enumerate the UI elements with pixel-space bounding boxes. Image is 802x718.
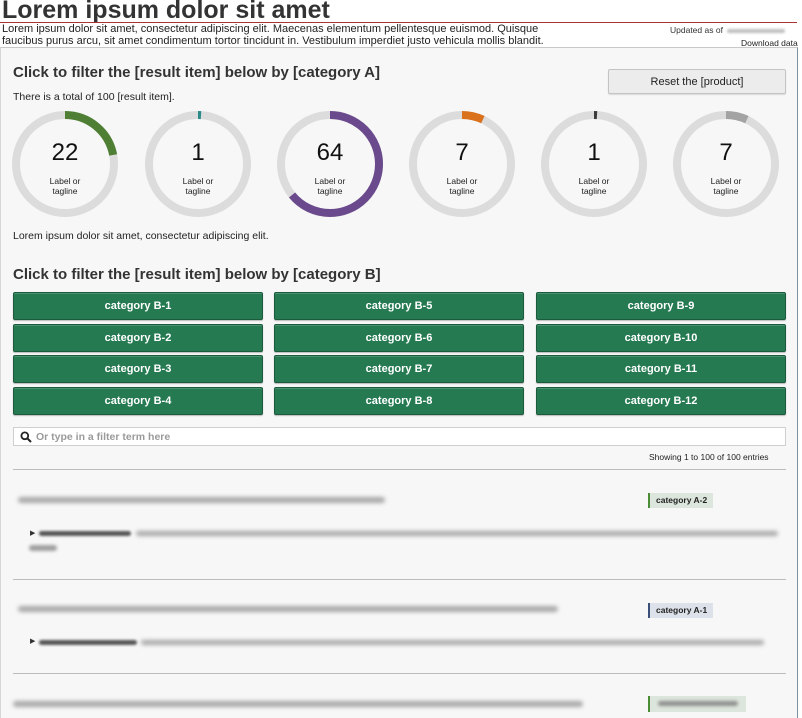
category-b-7-button[interactable]: category B-7 (274, 355, 524, 383)
donut-label: Label or tagline (49, 176, 81, 196)
filter-input[interactable] (36, 428, 776, 445)
category-badge: category A-2 (648, 493, 714, 508)
updated-label: Updated as of (670, 25, 723, 35)
donut-value: 7 (455, 139, 469, 166)
category-badge (648, 696, 746, 712)
category-b-5-button[interactable]: category B-5 (274, 292, 524, 320)
category-b-10-button[interactable]: category B-10 (536, 324, 786, 352)
donut-filter-1[interactable]: 22 Label or tagline (12, 111, 118, 217)
redacted-title (13, 701, 583, 707)
donut-label: Label or tagline (578, 176, 610, 196)
donut-filter-3[interactable]: 64 Label or tagline (277, 111, 383, 217)
donut-filter-5[interactable]: 1 Label or tagline (541, 111, 647, 217)
category-b-2-button[interactable]: category B-2 (13, 324, 263, 352)
donut-label: Label or tagline (314, 176, 346, 196)
donut-filter-6[interactable]: 7 Label or tagline (673, 111, 779, 217)
category-b-3-button[interactable]: category B-3 (13, 355, 263, 383)
row-divider (13, 673, 786, 674)
donut-filter-4[interactable]: 7 Label or tagline (409, 111, 515, 217)
content-panel: Click to filter the [result item] below … (0, 47, 798, 718)
row-divider (13, 579, 786, 580)
category-a-heading: Click to filter the [result item] below … (13, 64, 381, 81)
redacted-title (18, 497, 385, 503)
category-b-6-button[interactable]: category B-6 (274, 324, 524, 352)
intro-text: Lorem ipsum dolor sit amet, consectetur … (2, 23, 544, 47)
reset-button[interactable]: Reset the [product] (608, 69, 786, 94)
category-b-8-button[interactable]: category B-8 (274, 387, 524, 415)
search-icon (20, 431, 32, 443)
donut-value: 22 (51, 139, 79, 166)
category-b-12-button[interactable]: category B-12 (536, 387, 786, 415)
donut-value: 7 (719, 139, 733, 166)
expand-caret-icon[interactable]: ▶ (30, 529, 35, 537)
redacted-title (18, 606, 558, 612)
filter-search-box[interactable] (13, 427, 786, 446)
category-b-1-button[interactable]: category B-1 (13, 292, 263, 320)
results-divider (13, 469, 786, 470)
category-b-9-button[interactable]: category B-9 (536, 292, 786, 320)
category-b-11-button[interactable]: category B-11 (536, 355, 786, 383)
redacted-link[interactable] (39, 640, 137, 645)
donut-value: 1 (587, 139, 601, 166)
donut-value: 64 (316, 139, 344, 166)
redacted-date (726, 28, 785, 33)
redacted-category (658, 701, 738, 706)
category-b-4-button[interactable]: category B-4 (13, 387, 263, 415)
donut-label: Label or tagline (710, 176, 742, 196)
redacted-link[interactable] (39, 531, 131, 536)
category-b-heading: Click to filter the [result item] below … (13, 266, 381, 283)
redacted-summary (141, 640, 764, 645)
donut-label: Label or tagline (182, 176, 214, 196)
category-badge: category A-1 (648, 603, 714, 618)
description-text: Lorem ipsum dolor sit amet, consectetur … (13, 230, 269, 242)
redacted-summary-end (29, 545, 57, 551)
donut-label: Label or tagline (446, 176, 478, 196)
redacted-summary (136, 531, 778, 536)
updated-timestamp: Updated as of (670, 25, 785, 35)
total-count-text: There is a total of 100 [result item]. (13, 91, 175, 103)
expand-caret-icon[interactable]: ▶ (30, 637, 35, 645)
entries-count: Showing 1 to 100 of 100 entries (649, 452, 769, 462)
donut-value: 1 (191, 139, 205, 166)
donut-filter-2[interactable]: 1 Label or tagline (145, 111, 251, 217)
